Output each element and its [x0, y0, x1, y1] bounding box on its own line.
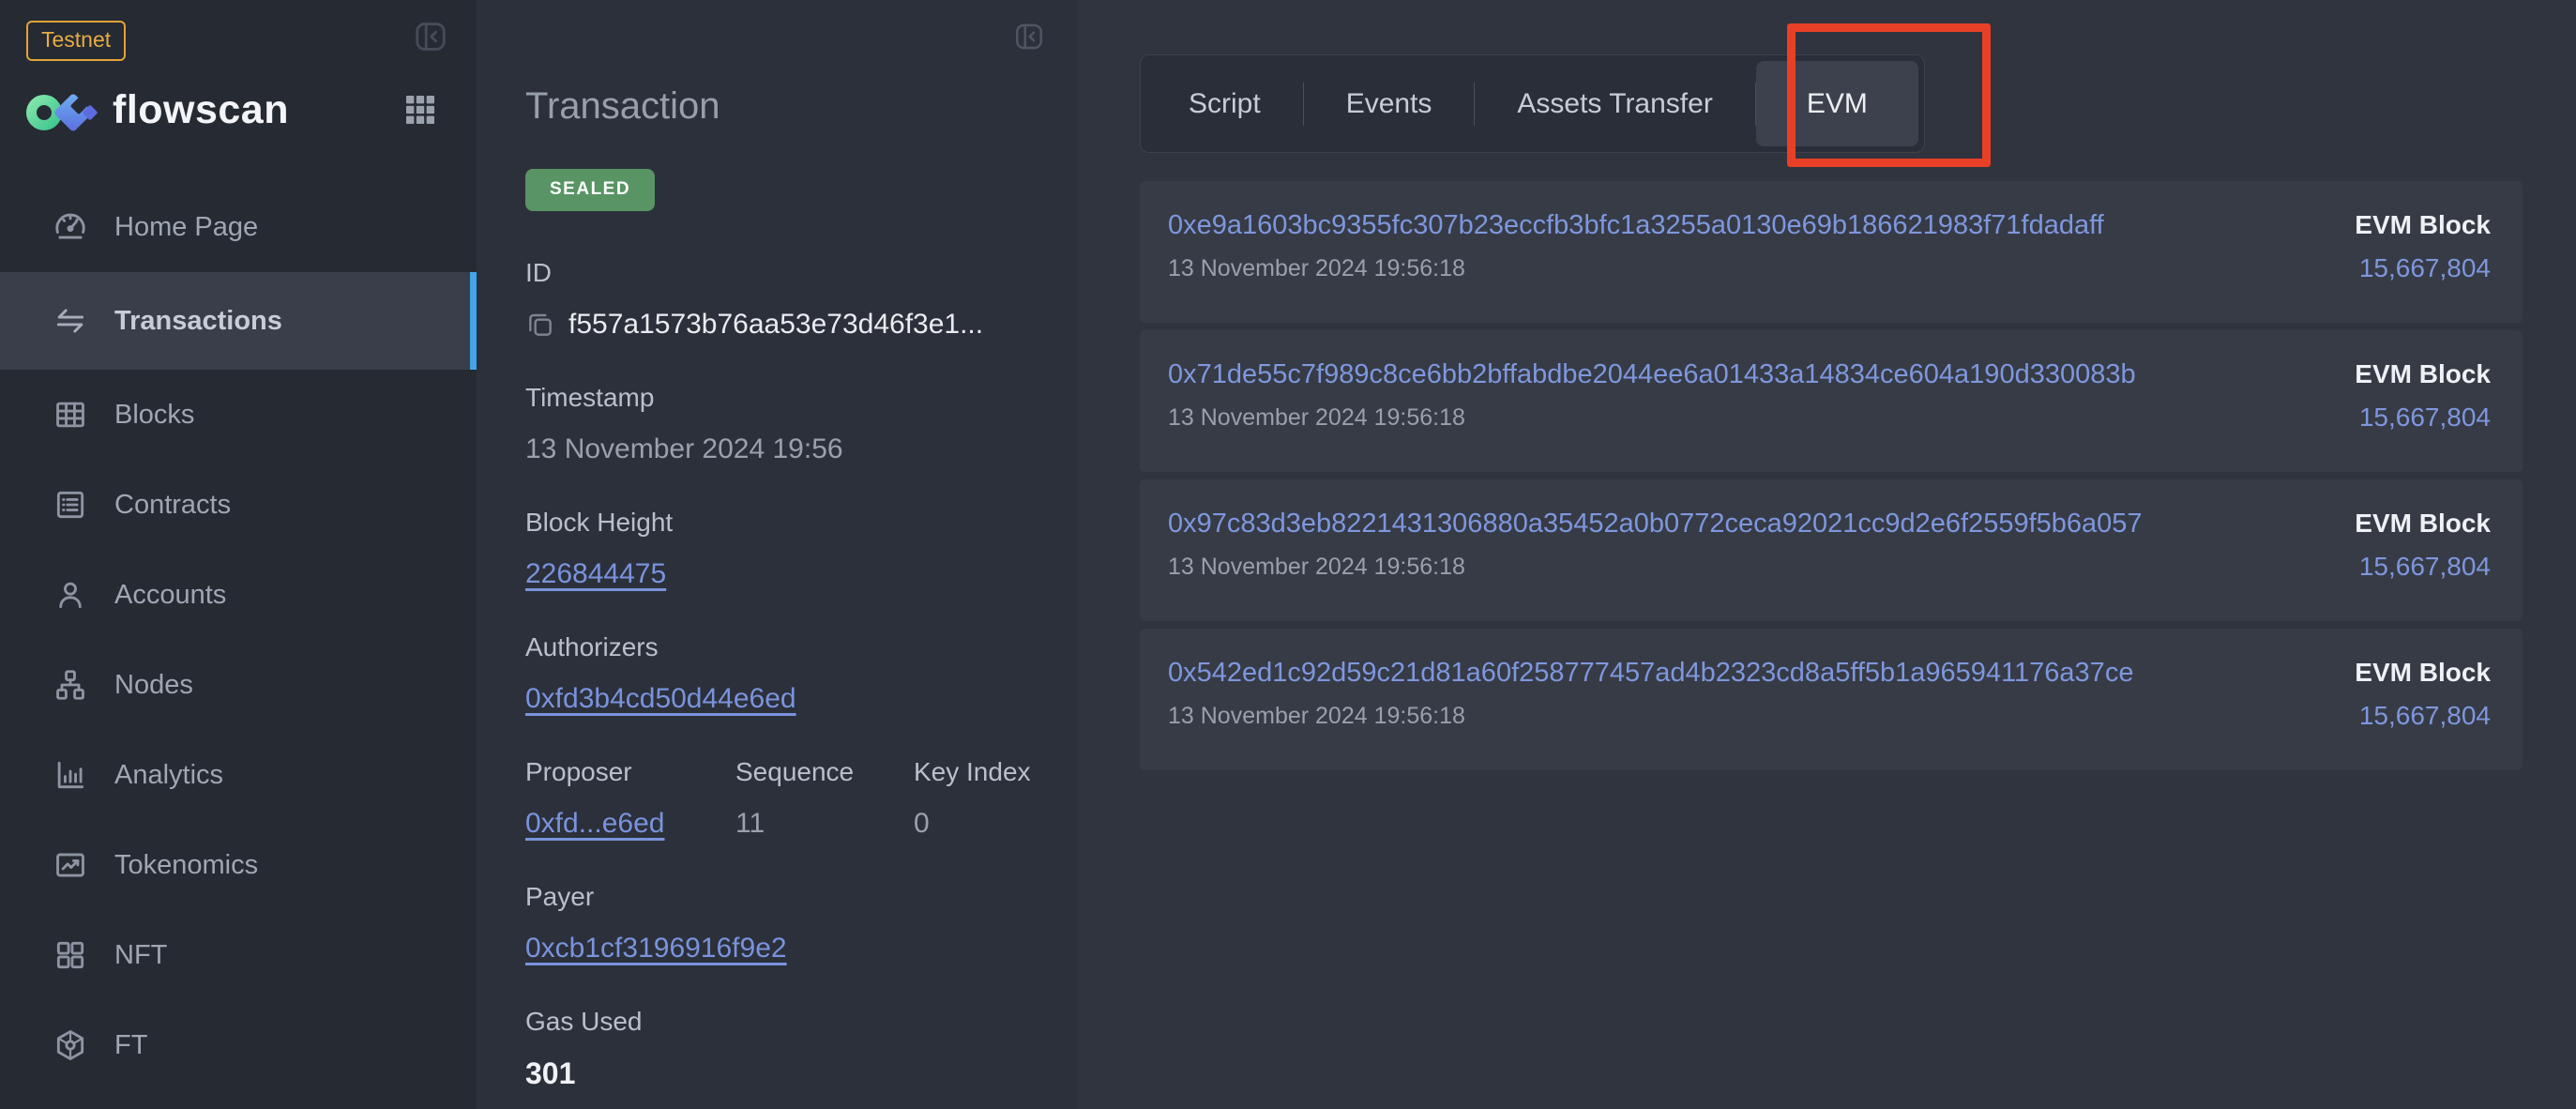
tab-events[interactable]: Events — [1304, 61, 1475, 146]
field-id: ID f557a1573b76aa53e73d46f3e1... — [525, 254, 1077, 346]
document-list-icon — [53, 487, 88, 523]
transaction-id-value: f557a1573b76aa53e73d46f3e1... — [568, 303, 983, 346]
field-payer: Payer 0xcb1cf3196916f9e2 — [525, 878, 1077, 970]
sidebar-item-ft[interactable]: FT — [0, 1000, 477, 1090]
nft-squares-icon — [53, 937, 88, 973]
collapse-panel-icon — [413, 19, 448, 54]
transfer-arrows-icon — [53, 303, 88, 339]
panel-collapse-button[interactable] — [1013, 21, 1045, 53]
sidebar-item-label: Tokenomics — [114, 850, 258, 881]
sidebar-item-label: Contracts — [114, 490, 231, 521]
gauge-icon — [53, 209, 88, 245]
sidebar-item-nodes[interactable]: Nodes — [0, 640, 477, 730]
status-badge: SEALED — [525, 169, 655, 211]
sidebar-item-label: Nodes — [114, 670, 193, 701]
evm-block-number-link[interactable]: 15,667,804 — [2355, 251, 2491, 285]
proposer-link[interactable]: 0xfd...e6ed — [525, 808, 664, 839]
evm-block-label: EVM Block — [2355, 206, 2491, 244]
transaction-content-panel: Script Events Assets Transfer EVM 0xe9a1… — [1077, 0, 2576, 1109]
flowscan-logo-icon[interactable] — [24, 80, 99, 140]
field-label: Block Height — [525, 504, 1077, 541]
tab-bar: Script Events Assets Transfer EVM — [1140, 54, 1925, 153]
sidebar-item-label: Accounts — [114, 580, 226, 611]
evm-block-label: EVM Block — [2355, 356, 2491, 393]
evm-transaction-row: 0x71de55c7f989c8ce6bb2bffabdbe2044ee6a01… — [1140, 330, 2523, 472]
field-label: Key Index — [914, 753, 1031, 791]
apps-grid-button[interactable] — [402, 91, 439, 129]
network-badge: Testnet — [26, 21, 126, 61]
evm-tx-hash-link[interactable]: 0x542ed1c92d59c21d81a60f258777457ad4b232… — [1168, 654, 2133, 691]
field-label: Proposer — [525, 753, 735, 791]
sidebar-item-transactions[interactable]: Transactions — [0, 272, 477, 370]
field-label: ID — [525, 254, 1077, 292]
brand-name[interactable]: flowscan — [113, 87, 289, 133]
person-icon — [53, 577, 88, 613]
sidebar-item-home-page[interactable]: Home Page — [0, 182, 477, 272]
line-chart-icon — [53, 847, 88, 883]
evm-tx-hash-link[interactable]: 0x71de55c7f989c8ce6bb2bffabdbe2044ee6a01… — [1168, 356, 2136, 393]
sidebar-collapse-button[interactable] — [413, 19, 448, 54]
field-label: Gas Used — [525, 1003, 1077, 1041]
page-title: Transaction — [525, 83, 1077, 129]
tab-assets-transfer[interactable]: Assets Transfer — [1475, 61, 1754, 146]
evm-tx-hash-link[interactable]: 0xe9a1603bc9355fc307b23eccfb3bfc1a3255a0… — [1168, 206, 2104, 244]
sidebar-item-blocks[interactable]: Blocks — [0, 370, 477, 460]
sidebar-item-label: Analytics — [114, 760, 223, 791]
sidebar-item-label: Blocks — [114, 400, 194, 431]
evm-transaction-row: 0xe9a1603bc9355fc307b23eccfb3bfc1a3255a0… — [1140, 181, 2523, 323]
field-label: Sequence — [735, 753, 914, 791]
evm-block-label: EVM Block — [2355, 505, 2491, 542]
transaction-detail-panel: Transaction SEALED ID f557a1573b76aa53e7… — [477, 0, 1077, 1109]
field-timestamp: Timestamp 13 November 2024 19:56 — [525, 379, 1077, 471]
evm-block-number-link[interactable]: 15,667,804 — [2355, 401, 2491, 434]
sidebar-item-contracts[interactable]: Contracts — [0, 460, 477, 550]
evm-transaction-list: 0xe9a1603bc9355fc307b23eccfb3bfc1a3255a0… — [1140, 181, 2523, 770]
sidebar-item-label: NFT — [114, 940, 167, 971]
grid-table-icon — [53, 397, 88, 433]
sidebar-nav: Home Page Transactions Blocks Contract — [0, 182, 477, 1090]
field-block-height: Block Height 226844475 — [525, 504, 1077, 596]
timestamp-value: 13 November 2024 19:56 — [525, 428, 1077, 471]
sidebar-item-analytics[interactable]: Analytics — [0, 730, 477, 820]
brand-row: flowscan — [0, 79, 477, 141]
evm-block-number-link[interactable]: 15,667,804 — [2355, 550, 2491, 584]
sidebar-item-label: Transactions — [114, 306, 282, 337]
copy-icon[interactable] — [525, 310, 555, 340]
evm-block-number-link[interactable]: 15,667,804 — [2355, 699, 2491, 733]
field-label: Authorizers — [525, 629, 1077, 666]
gas-used-value: 301 — [525, 1052, 1077, 1095]
key-index-value: 0 — [914, 802, 1031, 845]
sidebar: Testnet flowscan — [0, 0, 477, 1109]
field-label: Payer — [525, 878, 1077, 916]
tab-evm[interactable]: EVM — [1756, 61, 1918, 146]
bar-chart-icon — [53, 757, 88, 793]
sidebar-item-label: FT — [114, 1030, 147, 1061]
evm-tx-timestamp: 13 November 2024 19:56:18 — [1168, 550, 2143, 584]
sidebar-item-accounts[interactable]: Accounts — [0, 550, 477, 640]
evm-transaction-row: 0x97c83d3eb8221431306880a35452a0b0772cec… — [1140, 479, 2523, 621]
sidebar-item-tokenomics[interactable]: Tokenomics — [0, 820, 477, 910]
transaction-fields: ID f557a1573b76aa53e73d46f3e1... Timesta… — [525, 254, 1077, 1095]
sidebar-item-nft[interactable]: NFT — [0, 910, 477, 1000]
cube-icon — [53, 1027, 88, 1063]
authorizer-link[interactable]: 0xfd3b4cd50d44e6ed — [525, 683, 796, 714]
apps-grid-icon — [402, 91, 439, 129]
evm-tx-timestamp: 13 November 2024 19:56:18 — [1168, 401, 2136, 434]
collapse-panel-icon — [1013, 21, 1045, 53]
evm-transaction-row: 0x542ed1c92d59c21d81a60f258777457ad4b232… — [1140, 629, 2523, 770]
field-gas-used: Gas Used 301 — [525, 1003, 1077, 1095]
evm-tx-timestamp: 13 November 2024 19:56:18 — [1168, 699, 2133, 733]
evm-tx-timestamp: 13 November 2024 19:56:18 — [1168, 251, 2104, 285]
network-icon — [53, 667, 88, 703]
field-label: Timestamp — [525, 379, 1077, 417]
evm-tx-hash-link[interactable]: 0x97c83d3eb8221431306880a35452a0b0772cec… — [1168, 505, 2143, 542]
evm-block-label: EVM Block — [2355, 654, 2491, 691]
field-authorizers: Authorizers 0xfd3b4cd50d44e6ed — [525, 629, 1077, 721]
block-height-link[interactable]: 226844475 — [525, 558, 666, 589]
payer-link[interactable]: 0xcb1cf3196916f9e2 — [525, 933, 787, 964]
sequence-value: 11 — [735, 802, 914, 845]
field-proposer-row: Proposer 0xfd...e6ed Sequence 11 Key Ind… — [525, 753, 1077, 845]
tab-script[interactable]: Script — [1146, 61, 1303, 146]
sidebar-item-label: Home Page — [114, 212, 258, 243]
